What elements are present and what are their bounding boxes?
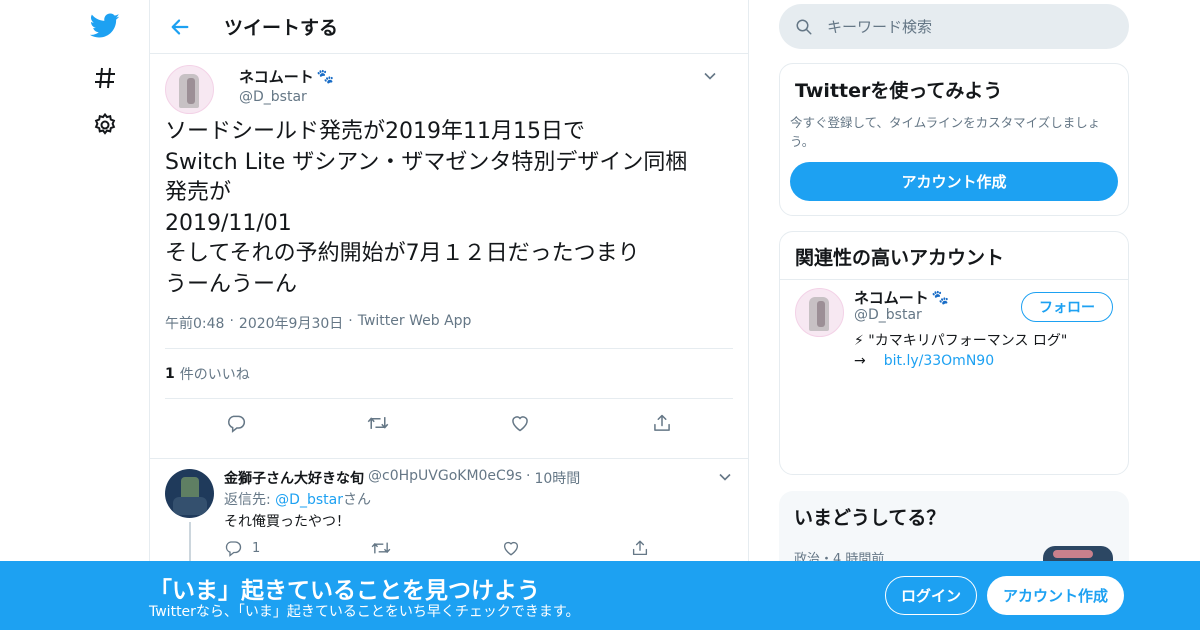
reply-to-link[interactable]: @D_bstar (275, 492, 343, 508)
trends-title: いまどうしてる？ (794, 507, 946, 529)
related-account-handle[interactable]: @D_bstar (854, 307, 922, 323)
retweet-icon[interactable] (361, 406, 395, 440)
hashtag-icon[interactable] (88, 61, 122, 95)
reply-to-line: 返信先: @D_bstarさん (224, 489, 371, 509)
search-box[interactable] (779, 4, 1129, 49)
like-button[interactable] (502, 539, 520, 557)
banner-headline: 「いま」起きていることを見つけよう (149, 578, 540, 604)
reply-author-handle[interactable]: @c0HpUVGoKM0eC9s (368, 468, 522, 488)
signup-card: Twitterを使ってみよう 今すぐ登録して、タイムラインをカスタマイズしましょ… (779, 63, 1129, 216)
arrow-text: → (854, 353, 866, 369)
author-handle: @D_bstar (239, 89, 307, 105)
tweet-text: ソードシールド発売が2019年11月15日で Switch Lite ザシアン・… (165, 119, 688, 297)
signup-card-text: 今すぐ登録して、タイムラインをカスタマイズしましょう。 (790, 115, 1101, 149)
related-account-name[interactable]: ネコムート 🐾 (854, 287, 949, 308)
signup-banner: 「いま」起きていることを見つけよう Twitterなら、「いま」起きていることを… (0, 561, 1200, 630)
chevron-down-icon[interactable] (718, 469, 732, 488)
related-account-bio: ⚡ "カマキリパフォーマンス ログ" → bit.ly/33OmN90 (854, 331, 1067, 371)
main-tweet: ネコムート 🐾 @D_bstar ソードシールド発売が2019年11月15日で S… (150, 54, 748, 447)
heart-icon (504, 541, 519, 556)
twitter-logo-icon[interactable] (88, 9, 122, 43)
related-accounts-title: 関連性の高いアカウント (780, 232, 1128, 280)
reply-button[interactable]: 1 (224, 539, 260, 557)
reply-author-name[interactable]: 金獅子さん大好きな旬 (224, 468, 364, 488)
gear-icon[interactable] (88, 108, 122, 142)
avatar[interactable] (165, 65, 214, 114)
bio-link[interactable]: bit.ly/33OmN90 (884, 353, 994, 369)
tweet-source[interactable]: Twitter Web App (358, 313, 472, 333)
page-header: ツイートする (150, 0, 748, 54)
reply-time[interactable]: 10時間 (534, 468, 580, 488)
follow-button[interactable]: フォロー (1021, 292, 1113, 322)
share-icon[interactable] (645, 406, 679, 440)
page: ツイートする ネコムート 🐾 @D_bstar ソードシールド発売が2019年11… (0, 0, 1200, 630)
tweet-time[interactable]: 午前0:48 (165, 313, 224, 333)
main-column: ツイートする ネコムート 🐾 @D_bstar ソードシールド発売が2019年11… (149, 0, 749, 630)
paw-emoji: 🐾 (931, 289, 950, 306)
create-account-button[interactable]: アカウント作成 (790, 162, 1118, 201)
search-icon (796, 19, 812, 34)
bio-line: ⚡ "カマキリパフォーマンス ログ" (854, 333, 1068, 349)
reply-count: 1 (252, 540, 261, 556)
reply-icon (225, 541, 242, 557)
paw-emoji: 🐾 (316, 68, 335, 85)
tweet-meta: 午前0:48 · 2020年9月30日 · Twitter Web App (165, 313, 472, 333)
chevron-down-icon[interactable] (703, 68, 717, 87)
signup-card-title: Twitterを使ってみよう (795, 80, 1003, 102)
page-title: ツイートする (224, 17, 339, 39)
avatar[interactable] (165, 469, 214, 518)
reply-to-prefix: 返信先: (224, 492, 276, 508)
share-button[interactable] (631, 539, 649, 557)
retweet-button[interactable] (371, 539, 391, 557)
reply-tweet[interactable]: 金獅子さん大好きな旬 @c0HpUVGoKM0eC9s · 10時間 返信先: … (150, 458, 748, 572)
like-count: 1 (165, 365, 175, 382)
tweet-date[interactable]: 2020年9月30日 (239, 313, 343, 333)
reply-icon[interactable] (219, 406, 253, 440)
heart-icon[interactable] (503, 406, 537, 440)
reply-to-suffix: さん (342, 492, 371, 508)
create-account-button[interactable]: アカウント作成 (987, 576, 1124, 615)
author-name: ネコムート (239, 68, 314, 86)
reply-actions: 1 (224, 539, 649, 557)
login-button[interactable]: ログイン (885, 576, 977, 615)
reply-text: それ俺買ったやつ！ (224, 514, 350, 530)
tweet-author[interactable]: ネコムート 🐾 @D_bstar (239, 66, 334, 105)
banner-subtext: Twitterなら、「いま」起きていることをいち早くチェックできます。 (149, 604, 580, 620)
share-icon (632, 540, 648, 556)
tweet-actions (165, 399, 733, 447)
reply-header: 金獅子さん大好きな旬 @c0HpUVGoKM0eC9s · 10時間 (224, 468, 581, 488)
search-input[interactable] (827, 17, 1087, 36)
avatar[interactable] (795, 288, 844, 337)
back-arrow-icon[interactable] (150, 0, 210, 54)
retweet-icon (371, 542, 391, 554)
like-label: 件のいいね (179, 366, 250, 383)
related-accounts-card: 関連性の高いアカウント ネコムート 🐾 @D_bstar フォロー ⚡ "カマキリ… (779, 231, 1129, 475)
like-count-row[interactable]: 1 件のいいね (165, 348, 733, 399)
